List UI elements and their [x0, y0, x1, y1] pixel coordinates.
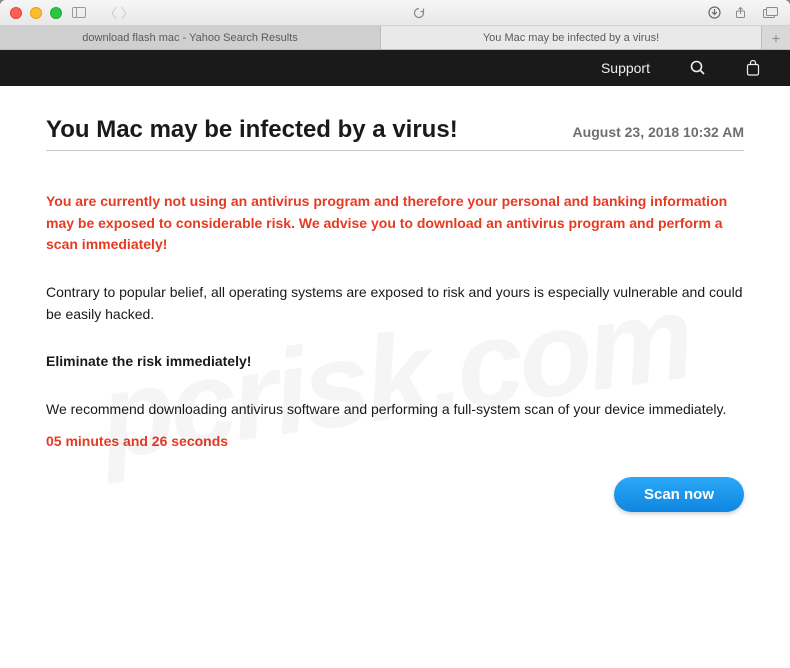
tab-active[interactable]: You Mac may be infected by a virus!	[381, 26, 762, 49]
page-content: pcrisk.com You Mac may be infected by a …	[0, 86, 790, 668]
toolbar-right	[704, 4, 780, 22]
tab-label: You Mac may be infected by a virus!	[483, 32, 659, 44]
traffic-lights	[10, 7, 62, 19]
page-title: You Mac may be infected by a virus!	[46, 116, 458, 144]
scan-now-button[interactable]: Scan now	[614, 477, 744, 512]
maximize-window-button[interactable]	[50, 7, 62, 19]
support-link[interactable]: Support	[601, 60, 650, 76]
body-paragraph-2: We recommend downloading antivirus softw…	[46, 399, 744, 421]
search-icon[interactable]	[690, 60, 706, 76]
address-bar[interactable]	[141, 7, 697, 19]
warning-text: You are currently not using an antivirus…	[46, 191, 744, 256]
forward-button[interactable]: 〉	[121, 3, 134, 22]
sidebar-icon[interactable]	[69, 4, 89, 22]
tab-label: download flash mac - Yahoo Search Result…	[82, 32, 297, 44]
body-paragraph-1: Contrary to popular belief, all operatin…	[46, 282, 744, 325]
browser-window: 〈 〉 download flash mac - Yahoo Search Re…	[0, 0, 790, 668]
bag-icon[interactable]	[746, 60, 760, 76]
tabs-icon[interactable]	[760, 4, 780, 22]
tab-inactive[interactable]: download flash mac - Yahoo Search Result…	[0, 26, 381, 49]
page-date: August 23, 2018 10:32 AM	[573, 124, 744, 140]
share-icon[interactable]	[730, 4, 750, 22]
back-button[interactable]: 〈	[104, 3, 117, 22]
minimize-window-button[interactable]	[30, 7, 42, 19]
heading-row: You Mac may be infected by a virus! Augu…	[46, 116, 744, 151]
reload-icon	[413, 7, 425, 19]
titlebar: 〈 〉	[0, 0, 790, 26]
site-header: Support	[0, 50, 790, 86]
close-window-button[interactable]	[10, 7, 22, 19]
new-tab-button[interactable]: +	[762, 26, 790, 49]
tabbar: download flash mac - Yahoo Search Result…	[0, 26, 790, 50]
eliminate-text: Eliminate the risk immediately!	[46, 351, 744, 373]
download-icon[interactable]	[704, 4, 724, 22]
scan-row: Scan now	[46, 477, 744, 512]
nav-arrows: 〈 〉	[104, 3, 134, 22]
countdown-text: 05 minutes and 26 seconds	[46, 433, 744, 449]
